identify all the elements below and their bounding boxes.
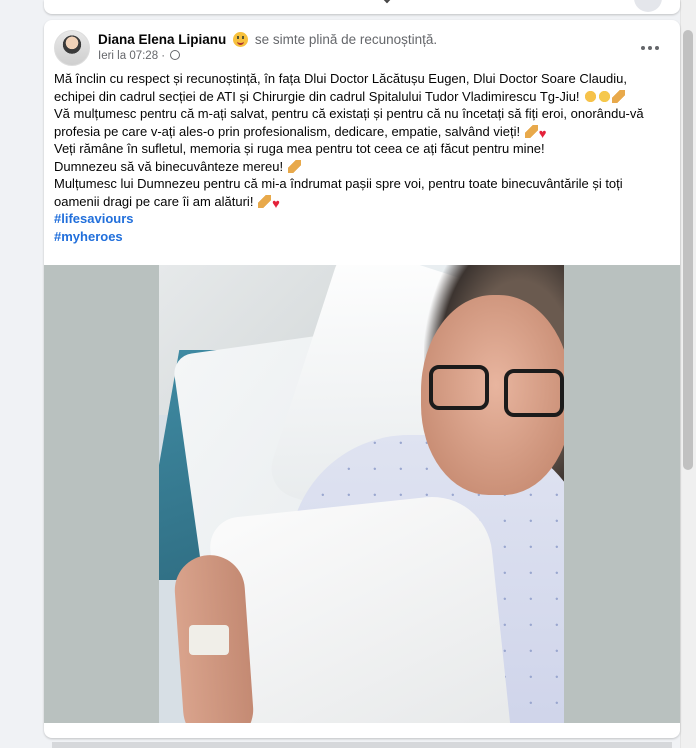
hashtag-link[interactable]: #myheroes (54, 228, 670, 246)
smiling-face-icon (598, 89, 612, 103)
chevron-down-icon (382, 0, 392, 4)
paragraph: Dumnezeu să vă binecuvânteze mereu! (54, 158, 670, 176)
dot-icon (655, 46, 659, 50)
author-line: Diana Elena Lipianu se simte plină de re… (98, 32, 437, 47)
scrollbar-thumb[interactable] (683, 30, 693, 470)
post-meta: Ieri la 07:28 · (98, 50, 181, 62)
paragraph: Mulțumesc lui Dumnezeu pentru că mi-a în… (54, 175, 670, 210)
post-body: Mă înclin cu respect și recunoștință, în… (54, 70, 670, 245)
clapping-hands-icon (584, 89, 598, 103)
previous-post-card (44, 0, 680, 14)
more-options-button[interactable] (638, 36, 662, 60)
post-card: Diana Elena Lipianu se simte plină de re… (44, 20, 680, 738)
red-heart-icon: ♥ (272, 195, 280, 211)
paragraph: Mă înclin cu respect și recunoștință, în… (54, 70, 670, 105)
timestamp[interactable]: Ieri la 07:28 · (98, 50, 165, 62)
paragraph-text: Mă înclin cu respect și recunoștință, în… (54, 71, 628, 104)
avatar[interactable] (54, 30, 90, 66)
photo-glasses-left (429, 365, 489, 410)
paragraph-text: Dumnezeu să vă binecuvânteze mereu! (54, 158, 284, 174)
paragraph-text: Veți rămâne în sufletul, memoria și ruga… (54, 141, 545, 156)
feeling-text[interactable]: se simte plină de recunoștință. (255, 32, 437, 47)
post-photo[interactable] (159, 265, 564, 723)
dot-icon (641, 46, 645, 50)
scrollbar[interactable] (680, 0, 696, 748)
photo-glasses-right (504, 369, 564, 417)
folded-hands-icon (612, 89, 626, 103)
paragraph-text: Mulțumesc lui Dumnezeu pentru că mi-a în… (54, 176, 623, 209)
folded-hands-icon (287, 159, 301, 173)
paragraph: Vă mulțumesc pentru că m-ați salvat, pen… (54, 105, 670, 140)
smiling-face-icon (233, 32, 249, 47)
post-header: Diana Elena Lipianu se simte plină de re… (54, 30, 670, 70)
paragraph: Veți rămâne în sufletul, memoria și ruga… (54, 140, 670, 158)
dot-icon (648, 46, 652, 50)
author-name[interactable]: Diana Elena Lipianu (98, 32, 226, 47)
previous-post-button[interactable] (634, 0, 662, 12)
folded-hands-icon (524, 124, 538, 138)
next-post-card (52, 742, 672, 748)
photo-iv-tape (189, 625, 229, 655)
folded-hands-icon (258, 194, 272, 208)
globe-icon[interactable] (170, 50, 181, 60)
red-heart-icon: ♥ (538, 125, 547, 141)
paragraph-text: Vă mulțumesc pentru că m-ați salvat, pen… (54, 106, 644, 139)
photo-sheet (207, 491, 511, 723)
hashtag-link[interactable]: #lifesaviours (54, 210, 670, 228)
post-photo-container (44, 265, 680, 723)
